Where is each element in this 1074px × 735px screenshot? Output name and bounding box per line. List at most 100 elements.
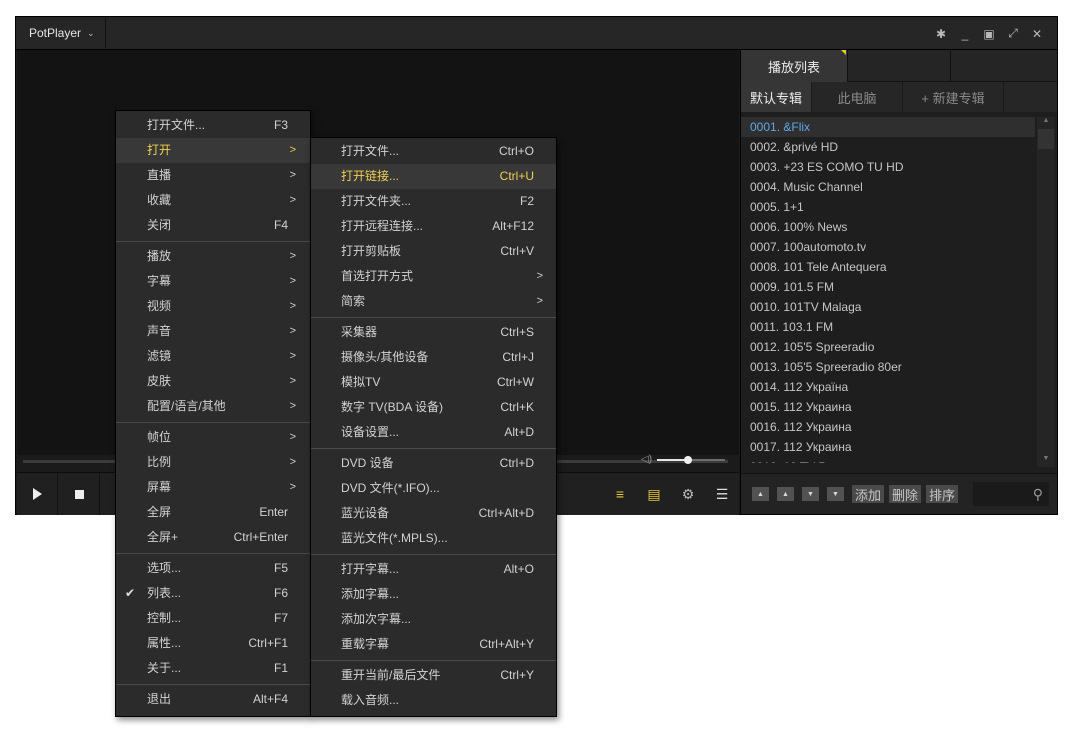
menu-item[interactable]: 退出 Alt+F4 [116,687,310,712]
menu-item[interactable]: 打开远程连接... Alt+F12 [311,214,556,239]
playlist-scrollbar[interactable]: ▲ ▼ [1037,117,1055,467]
move-top-icon[interactable]: ▲ [752,487,769,501]
menu-item[interactable]: 字幕 > [116,269,310,294]
menu-item[interactable]: 选项... F5 [116,556,310,581]
close-icon[interactable]: ✕ [1025,27,1049,41]
menu-item[interactable]: 打开文件夹... F2 [311,189,556,214]
menu-item[interactable]: 采集器 Ctrl+S [311,320,556,345]
menu-item[interactable]: 关于... F1 [116,656,310,681]
move-down-icon[interactable]: ▼ [802,487,819,501]
menu-item[interactable]: 设备设置... Alt+D [311,420,556,445]
menu-item[interactable]: 打开文件... F3 [116,113,310,138]
menu-item[interactable]: 载入音频... [311,688,556,713]
menu-item[interactable]: 控制... F7 [116,606,310,631]
menu-item[interactable]: 添加字幕... [311,582,556,607]
playlist-item[interactable]: 0016. 112 Украина [741,417,1035,437]
stop-button[interactable] [59,473,100,515]
playlist-item[interactable]: 0004. Music Channel [741,177,1035,197]
submenu-arrow-icon: > [536,295,543,307]
tab-playlist[interactable]: 播放列表 [741,50,848,82]
search-list-icon[interactable]: ≡ [603,486,637,502]
menu-item[interactable]: 打开链接... Ctrl+U [311,164,556,189]
playlist-icon[interactable]: ▤ [637,486,671,503]
tab-this-pc[interactable]: 此电脑 [812,82,903,112]
menu-item-shortcut: Enter [259,505,288,519]
menu-item[interactable]: 全屏+ Ctrl+Enter [116,525,310,550]
menu-item[interactable]: DVD 文件(*.IFO)... [311,476,556,501]
playlist-item[interactable]: 0001. &Flix [741,117,1035,137]
menu-icon[interactable]: ☰ [705,486,739,503]
sort-button[interactable]: 排序 [926,485,959,503]
tab-new-album[interactable]: + 新建专辑 [903,82,1004,112]
delete-button[interactable]: 删除 [889,485,922,503]
pin-icon[interactable]: ✱ [929,27,953,41]
playlist-item[interactable]: 0010. 101TV Malaga [741,297,1035,317]
menu-item[interactable]: 皮肤 > [116,369,310,394]
menu-item[interactable]: 配置/语言/其他 > [116,394,310,419]
app-menu-button[interactable]: PotPlayer ⌄ [17,18,106,48]
fullscreen-icon[interactable]: ⤢ [1001,26,1025,41]
play-button[interactable] [17,473,58,515]
menu-item[interactable]: 数字 TV(BDA 设备) Ctrl+K [311,395,556,420]
playlist-item[interactable]: 0011. 103.1 FM [741,317,1035,337]
playlist-item[interactable]: 0012. 105'5 Spreeradio [741,337,1035,357]
tab-default-album[interactable]: 默认专辑 [741,82,812,112]
menu-item[interactable]: 简索 > [311,289,556,314]
menu-item[interactable]: 重开当前/最后文件 Ctrl+Y [311,663,556,688]
volume-slider[interactable] [657,455,726,464]
playlist-item[interactable]: 0005. 1+1 [741,197,1035,217]
minimize-icon[interactable]: _ [953,27,977,41]
volume-handle[interactable] [683,455,692,464]
playlist-item[interactable]: 0014. 112 Україна [741,377,1035,397]
playlist-item[interactable]: 0002. &privé HD [741,137,1035,157]
add-button[interactable]: 添加 [852,485,885,503]
menu-item[interactable]: 滤镜 > [116,344,310,369]
menu-item[interactable]: 帧位 > [116,425,310,450]
menu-item[interactable]: 打开字幕... Alt+O [311,557,556,582]
menu-item[interactable]: 直播 > [116,163,310,188]
menu-item[interactable]: 蓝光设备 Ctrl+Alt+D [311,501,556,526]
playlist-item[interactable]: 0017. 112 Украина [741,437,1035,457]
menu-item[interactable]: 声音 > [116,319,310,344]
menu-item-label: 属性... [147,636,182,650]
move-up-icon[interactable]: ▲ [777,487,794,501]
playlist-item[interactable]: 0018. 12 TV Parma [741,457,1035,463]
scroll-down-icon[interactable]: ▼ [1037,455,1055,467]
menu-item[interactable]: 模拟TV Ctrl+W [311,370,556,395]
menu-item-label: 关于... [147,661,182,675]
stop-icon [74,489,84,499]
menu-item[interactable]: 收藏 > [116,188,310,213]
submenu-arrow-icon: > [289,481,296,493]
menu-item[interactable]: 添加次字幕... [311,607,556,632]
menu-item[interactable]: 播放 > [116,244,310,269]
playlist-item[interactable]: 0007. 100automoto.tv [741,237,1035,257]
menu-item[interactable]: 全屏 Enter [116,500,310,525]
move-bottom-icon[interactable]: ▼ [827,487,844,501]
scroll-thumb[interactable] [1038,129,1054,149]
playlist-item[interactable]: 0006. 100% News [741,217,1035,237]
menu-item[interactable]: 摄像头/其他设备 Ctrl+J [311,345,556,370]
menu-item[interactable]: 屏幕 > [116,475,310,500]
gear-icon[interactable]: ⚙ [671,486,705,503]
menu-item[interactable]: 关闭 F4 [116,213,310,238]
menu-item[interactable]: ✔ 列表... F6 [116,581,310,606]
menu-item[interactable]: 打开文件... Ctrl+O [311,139,556,164]
maximize-icon[interactable]: ▣ [977,27,1001,41]
speaker-icon[interactable]: ◁) [641,454,652,465]
playlist-search[interactable]: ⚲ [973,482,1049,506]
menu-item[interactable]: 打开 > [116,138,310,163]
playlist-item[interactable]: 0008. 101 Tele Antequera [741,257,1035,277]
menu-item[interactable]: 重载字幕 Ctrl+Alt+Y [311,632,556,657]
menu-item[interactable]: 视频 > [116,294,310,319]
menu-item[interactable]: 打开剪贴板 Ctrl+V [311,239,556,264]
menu-item[interactable]: DVD 设备 Ctrl+D [311,451,556,476]
menu-item[interactable]: 比例 > [116,450,310,475]
menu-item[interactable]: 蓝光文件(*.MPLS)... [311,526,556,551]
playlist-item[interactable]: 0013. 105'5 Spreeradio 80er [741,357,1035,377]
playlist-item[interactable]: 0009. 101.5 FM [741,277,1035,297]
menu-item[interactable]: 属性... Ctrl+F1 [116,631,310,656]
menu-item[interactable]: 首选打开方式 > [311,264,556,289]
playlist-item[interactable]: 0015. 112 Украина [741,397,1035,417]
scroll-up-icon[interactable]: ▲ [1037,117,1055,129]
playlist-item[interactable]: 0003. +23 ES COMO TU HD [741,157,1035,177]
